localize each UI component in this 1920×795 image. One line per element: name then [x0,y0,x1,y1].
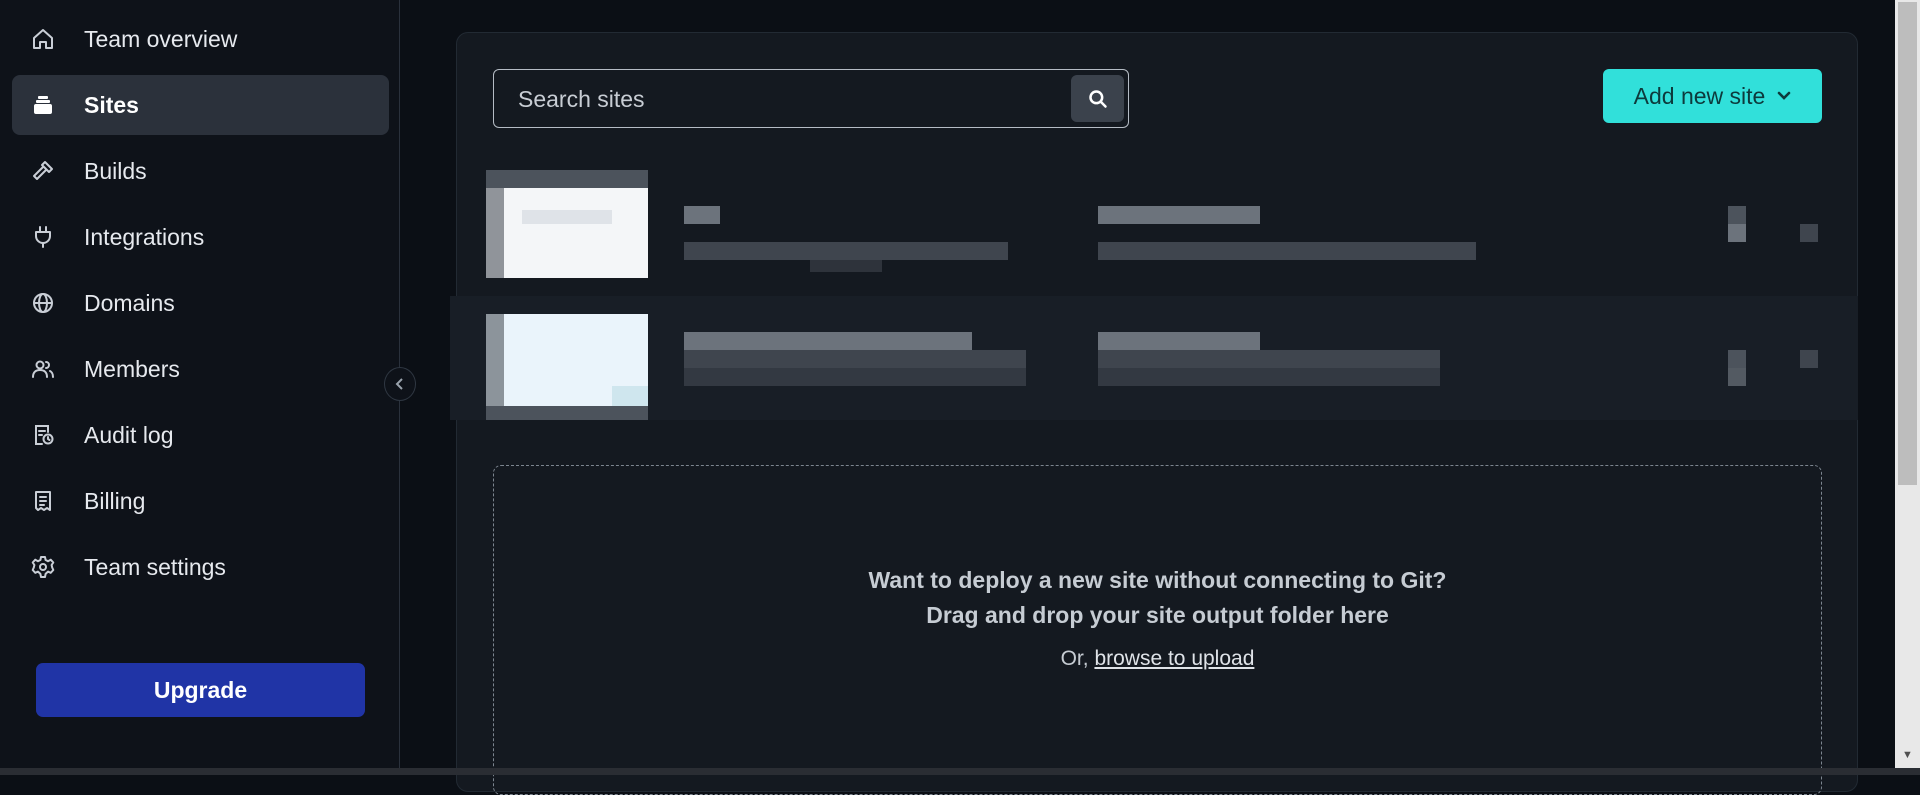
chevron-down-icon [1778,91,1791,100]
home-icon [28,24,58,54]
chevron-left-icon [395,378,403,390]
browse-to-upload-link[interactable]: browse to upload [1094,647,1254,670]
globe-icon [28,288,58,318]
plug-icon [28,222,58,252]
audit-log-icon [28,420,58,450]
sidebar-item-label: Integrations [84,223,205,250]
receipt-icon [28,486,58,516]
sidebar-item-members[interactable]: Members [12,339,389,399]
site-name-redacted [684,332,972,350]
sidebar-item-sites[interactable]: Sites [12,75,389,135]
layers-icon [28,90,58,120]
site-deploy-info-redacted [1098,332,1260,350]
search-button[interactable] [1071,75,1124,122]
search-icon [1088,89,1107,108]
sidebar-item-domains[interactable]: Domains [12,273,389,333]
sidebar-item-audit-log[interactable]: Audit log [12,405,389,465]
sidebar-item-label: Domains [84,289,175,316]
site-deploy-detail-redacted [1098,350,1440,368]
search-field [493,69,1129,129]
site-url-redacted [684,242,1008,260]
sidebar-item-label: Builds [84,157,147,184]
add-new-site-button[interactable]: Add new site [1603,69,1822,123]
dropzone-alt-prefix: Or, [1060,647,1095,670]
site-thumbnail [486,170,648,278]
sidebar-item-label: Billing [84,487,146,514]
scrollbar[interactable]: ▼ [1895,0,1920,768]
sidebar-item-team-settings[interactable]: Team settings [12,537,389,597]
sidebar-item-label: Members [84,355,180,382]
site-deploy-detail-redacted [1098,242,1476,260]
taskbar-edge [0,768,1920,775]
sidebar-item-label: Team settings [84,553,226,580]
sidebar: Team overview Sites Builds Integrations … [0,0,400,775]
sidebar-item-team-overview[interactable]: Team overview [12,9,389,69]
dropzone-alt: Or, browse to upload [494,647,1821,671]
sidebar-item-builds[interactable]: Builds [12,141,389,201]
dropzone-instruction: Drag and drop your site output folder he… [926,602,1389,628]
sidebar-item-label: Sites [84,91,139,118]
sidebar-item-label: Audit log [84,421,174,448]
search-input[interactable] [516,70,1040,129]
add-new-site-label: Add new site [1633,82,1766,109]
gear-icon [28,552,58,582]
sidebar-item-billing[interactable]: Billing [12,471,389,531]
scrollbar-thumb[interactable] [1898,2,1917,485]
site-name-redacted [684,206,720,224]
site-row[interactable] [450,170,1858,294]
sidebar-item-integrations[interactable]: Integrations [12,207,389,267]
site-deploy-info-redacted [1098,206,1260,224]
drag-drop-upload-zone[interactable]: Want to deploy a new site without connec… [493,465,1822,795]
scroll-down-arrow-icon[interactable]: ▼ [1895,745,1920,765]
site-thumbnail [486,314,648,420]
site-row[interactable] [450,296,1858,420]
sidebar-item-label: Team overview [84,25,238,52]
users-icon [28,354,58,384]
collapse-sidebar-button[interactable] [384,367,416,401]
upgrade-button[interactable]: Upgrade [36,663,365,717]
site-url-redacted [684,350,1026,368]
dropzone-heading: Want to deploy a new site without connec… [868,567,1447,593]
hammer-icon [28,156,58,186]
